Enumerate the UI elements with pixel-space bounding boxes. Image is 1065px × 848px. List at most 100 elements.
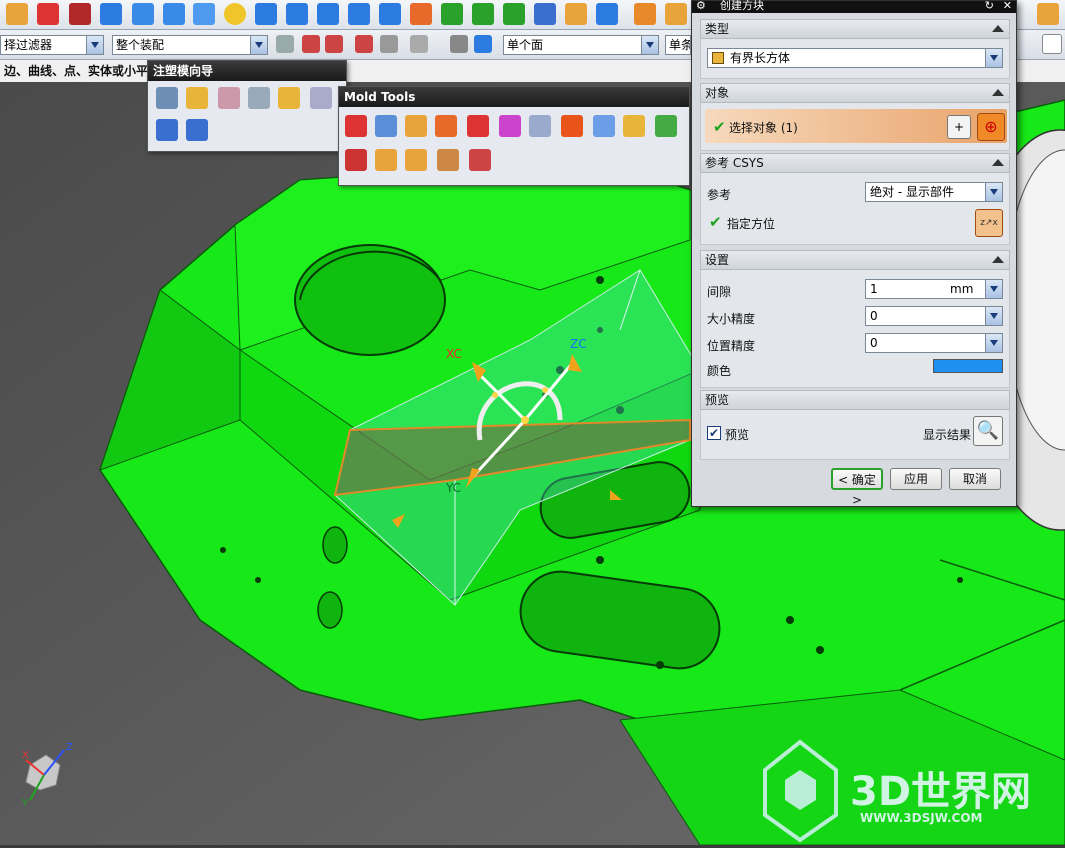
part-icon[interactable] bbox=[1037, 3, 1059, 25]
curve-rule-icon-2[interactable] bbox=[380, 35, 398, 53]
shrink-icon[interactable] bbox=[310, 87, 332, 109]
face-select-icon[interactable] bbox=[450, 35, 468, 53]
position-precision-select[interactable]: 0 bbox=[865, 333, 1003, 353]
face-rule-combo[interactable]: 单个面 bbox=[503, 35, 659, 55]
chevron-down-icon[interactable] bbox=[985, 307, 1002, 325]
boss-icon[interactable] bbox=[348, 3, 370, 25]
settings-section-header[interactable]: 设置 bbox=[700, 250, 1010, 270]
reference-blend-icon[interactable] bbox=[623, 115, 645, 137]
slider-icon[interactable] bbox=[345, 149, 367, 171]
curve-rule-icon[interactable] bbox=[355, 35, 373, 53]
select-point-icon[interactable]: + bbox=[947, 115, 971, 139]
crosshair-icon[interactable]: ⊕ bbox=[977, 113, 1005, 141]
array-icon[interactable] bbox=[665, 3, 687, 25]
apply-button[interactable]: 应用 bbox=[890, 468, 942, 490]
reference-select[interactable]: 绝对 - 显示部件 bbox=[865, 182, 1003, 202]
snap-point-icon[interactable] bbox=[302, 35, 320, 53]
pad-icon[interactable] bbox=[379, 3, 401, 25]
selection-filter-combo[interactable]: 择过滤器 bbox=[0, 35, 104, 55]
assembly-filter-icon[interactable] bbox=[276, 35, 294, 53]
cone-icon[interactable] bbox=[193, 3, 215, 25]
bounding-face-icon[interactable] bbox=[561, 115, 583, 137]
pattern-icon[interactable] bbox=[596, 3, 618, 25]
subinsert-icon[interactable] bbox=[405, 149, 427, 171]
collapse-icon[interactable] bbox=[992, 256, 1004, 263]
magnifier-icon[interactable]: 🔍 bbox=[973, 416, 1003, 446]
preview-section-header[interactable]: 预览 bbox=[700, 390, 1010, 410]
nx5-icon[interactable] bbox=[69, 3, 91, 25]
project-init-icon[interactable] bbox=[156, 87, 178, 109]
shield-icon[interactable] bbox=[37, 3, 59, 25]
intersect-icon[interactable] bbox=[503, 3, 525, 25]
offset-face-icon[interactable] bbox=[410, 3, 432, 25]
collapse-icon[interactable] bbox=[992, 159, 1004, 166]
csys-section-header[interactable]: 参考 CSYS bbox=[700, 153, 1010, 173]
dialog-title: 创建方块 bbox=[720, 0, 764, 12]
cube-icon[interactable] bbox=[132, 3, 154, 25]
create-box-icon[interactable] bbox=[345, 115, 367, 137]
mold-tools-toolbar[interactable]: Mold Tools bbox=[338, 86, 690, 186]
clearance-input[interactable]: 1 mm bbox=[865, 279, 1003, 299]
chevron-down-icon[interactable] bbox=[985, 183, 1002, 201]
collapse-icon[interactable] bbox=[992, 25, 1004, 32]
csys-icon[interactable] bbox=[248, 87, 270, 109]
surface-patch-icon[interactable] bbox=[467, 115, 489, 137]
object-section-header[interactable]: 对象 bbox=[700, 83, 1010, 103]
collapse-icon[interactable] bbox=[992, 89, 1004, 96]
chevron-down-icon[interactable] bbox=[641, 36, 658, 54]
subtract-icon[interactable] bbox=[472, 3, 494, 25]
split-solid-icon[interactable] bbox=[375, 115, 397, 137]
sphere-icon[interactable] bbox=[224, 3, 246, 25]
shell-icon[interactable] bbox=[565, 3, 587, 25]
chevron-down-icon[interactable] bbox=[985, 49, 1002, 67]
bom-icon[interactable] bbox=[186, 119, 208, 141]
patch-icon[interactable] bbox=[435, 115, 457, 137]
rectangle-select-icon[interactable] bbox=[410, 35, 428, 53]
replace-solid-icon[interactable] bbox=[593, 115, 615, 137]
edge-patch-icon[interactable] bbox=[499, 115, 521, 137]
chevron-down-icon[interactable] bbox=[250, 36, 267, 54]
curve-rule-combo[interactable]: 单条 bbox=[665, 35, 691, 55]
type-section-header[interactable]: 类型 bbox=[700, 19, 1010, 39]
cylinder-icon[interactable] bbox=[163, 3, 185, 25]
hole-icon[interactable] bbox=[317, 3, 339, 25]
body-select-icon[interactable] bbox=[474, 35, 492, 53]
snap-grid-icon[interactable] bbox=[1042, 34, 1062, 54]
chevron-down-icon[interactable] bbox=[86, 36, 103, 54]
size-precision-select[interactable]: 0 bbox=[865, 306, 1003, 326]
point-constructor-icon[interactable] bbox=[325, 35, 343, 53]
csys-dialog-icon[interactable]: z↗x bbox=[975, 209, 1003, 237]
trim-solid-icon[interactable] bbox=[405, 115, 427, 137]
draft-icon[interactable] bbox=[437, 149, 459, 171]
extend-sheet-icon[interactable] bbox=[529, 115, 551, 137]
refresh-icon[interactable] bbox=[156, 119, 178, 141]
reference-label: 参考 bbox=[707, 188, 732, 202]
select-object-label: 选择对象 (1) bbox=[729, 121, 798, 135]
mold-wizard-icon[interactable] bbox=[6, 3, 28, 25]
dialog-title-bar[interactable]: 创建方块 ⚙ ↻ ✕ bbox=[692, 0, 1016, 13]
lifter-icon[interactable] bbox=[375, 149, 397, 171]
block-icon[interactable] bbox=[100, 3, 122, 25]
reset-icon[interactable]: ↻ bbox=[985, 0, 994, 11]
trim-tool-icon[interactable] bbox=[469, 149, 491, 171]
line-icon[interactable] bbox=[655, 115, 677, 137]
move-face-icon[interactable] bbox=[634, 3, 656, 25]
chevron-down-icon[interactable] bbox=[985, 334, 1002, 352]
type-select[interactable]: 有界长方体 bbox=[707, 48, 1003, 68]
settings-icon[interactable]: ⚙ bbox=[696, 0, 706, 11]
cancel-button[interactable]: 取消 bbox=[949, 468, 1001, 490]
mold-wizard-toolbar[interactable]: 注塑模向导 bbox=[147, 60, 347, 152]
revolve-icon[interactable] bbox=[286, 3, 308, 25]
assembly-scope-combo[interactable]: 整个装配 bbox=[112, 35, 268, 55]
preview-checkbox[interactable]: ✔ bbox=[707, 426, 721, 440]
color-swatch[interactable] bbox=[933, 359, 1003, 373]
unit-menu-icon[interactable] bbox=[985, 280, 1002, 298]
layout-icon[interactable] bbox=[218, 87, 240, 109]
book-icon[interactable] bbox=[534, 3, 556, 25]
ok-button[interactable]: < 确定 > bbox=[831, 468, 883, 507]
workpiece-icon[interactable] bbox=[278, 87, 300, 109]
close-icon[interactable]: ✕ bbox=[1003, 0, 1012, 11]
checkmark-icon[interactable] bbox=[186, 87, 208, 109]
unite-icon[interactable] bbox=[441, 3, 463, 25]
extrude-icon[interactable] bbox=[255, 3, 277, 25]
